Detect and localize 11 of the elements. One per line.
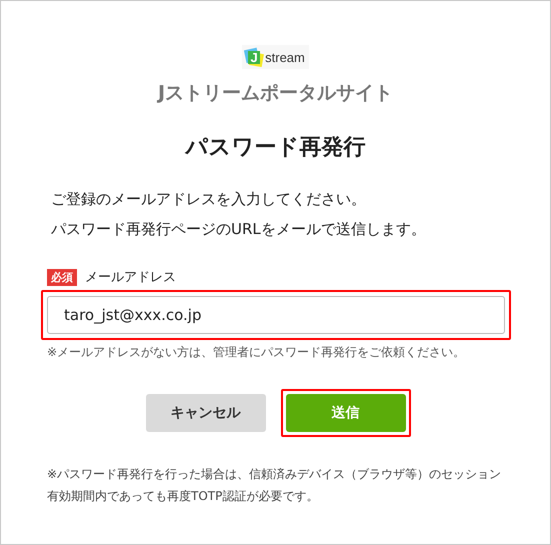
footer-note: ※パスワード再発行を行った場合は、信頼済みデバイス（ブラウザ等）のセッション有効期間内であっても再度TOTP認証が必要です。 [47,466,502,505]
description-text: パスワード再発行ページのURLをメールで送信します。 [51,219,427,240]
field-note: ※メールアドレスがない方は、管理者にパスワード再発行をご依頼ください。 [47,344,466,361]
logo: J stream [242,45,309,69]
page-heading: パスワード再発行 [184,134,366,162]
site-title: Jストリームポータルサイト [156,81,394,106]
required-badge: 必須 [47,268,77,286]
field-label: メールアドレス [85,269,176,286]
email-input[interactable]: taro_jst@xxx.co.jp [41,290,511,340]
cancel-button[interactable]: キャンセル [146,394,266,432]
description-text: ご登録のメールアドレスを入力してください。 [51,189,367,210]
